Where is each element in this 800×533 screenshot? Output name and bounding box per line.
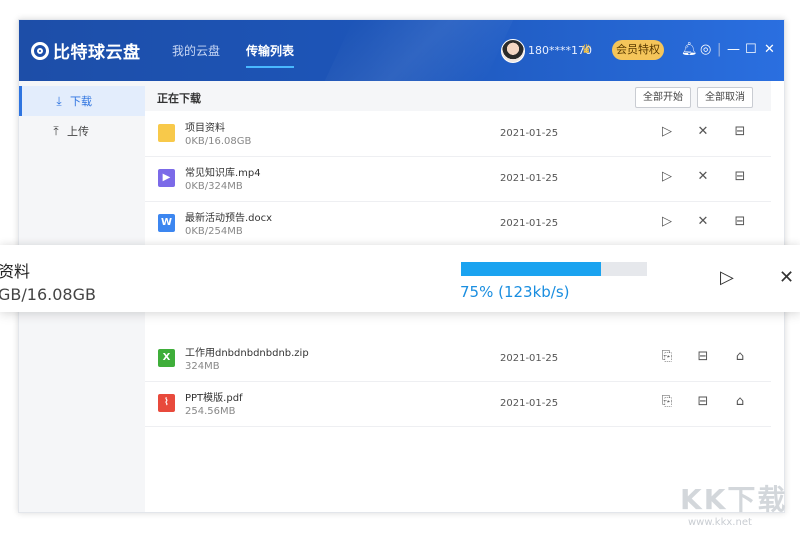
open-folder-icon[interactable]: ⊟ (695, 394, 711, 409)
pdf-file-icon: ⌇ (158, 394, 175, 412)
download-progress-card[interactable]: 资料 GB/16.08GB 75% (123kb/s) ▷ ✕ (0, 245, 800, 312)
open-file-icon[interactable]: ⎘ (659, 394, 675, 409)
app-logo: 比特球云盘 (31, 38, 141, 63)
logo-text: 比特球云盘 (53, 43, 141, 63)
file-name: 项目资料 (185, 123, 225, 134)
file-name: 工作用dnbdnbdnbdnb.zip (185, 348, 309, 359)
sidebar-item-label: 下载 (70, 95, 92, 108)
file-name: PPT模版.pdf (185, 393, 243, 404)
watermark-logo: KK下载 (680, 478, 787, 518)
section-header: 正在下载 全部开始 全部取消 (145, 81, 771, 111)
file-date: 2021-01-25 (500, 173, 559, 184)
close-button[interactable]: ✕ (764, 42, 775, 57)
file-size: 0KB/16.08GB (185, 136, 252, 147)
file-date: 2021-01-25 (500, 128, 559, 139)
open-file-icon[interactable]: ⎘ (659, 349, 675, 364)
cancel-icon[interactable]: ✕ (695, 124, 711, 139)
excel-file-icon: X (158, 349, 175, 367)
logo-icon (31, 41, 49, 60)
watermark-url: www.kkx.net (688, 517, 752, 528)
open-folder-icon[interactable]: ⊟ (732, 169, 748, 184)
watermark-text: KK下载 (680, 483, 788, 516)
nav-transfer-list[interactable]: 传输列表 (246, 42, 295, 68)
crown-icon: ♛ (581, 42, 592, 56)
section-title: 正在下载 (157, 92, 201, 105)
start-all-button[interactable]: 全部开始 (635, 87, 691, 108)
download-icon: ⤓ (56, 93, 62, 108)
list-item[interactable]: ⌇ PPT模版.pdf 254.56MB 2021-01-25 ⎘ ⊟ ⌂ (145, 381, 771, 427)
play-icon[interactable]: ▷ (659, 124, 675, 139)
file-name: 常见知识库.mp4 (185, 168, 261, 179)
list-item[interactable]: X 工作用dnbdnbdnbdnb.zip 324MB 2021-01-25 ⎘… (145, 336, 771, 382)
file-date: 2021-01-25 (500, 398, 559, 409)
overlay-file-size: GB/16.08GB (0, 285, 96, 304)
nav-my-cloud[interactable]: 我的云盘 (172, 42, 220, 59)
sidebar-item-upload[interactable]: ⤒ 上传 (19, 116, 145, 146)
maximize-button[interactable]: ☐ (745, 42, 757, 57)
file-size: 254.56MB (185, 406, 236, 417)
cancel-icon[interactable]: ✕ (695, 214, 711, 229)
folder-icon (158, 124, 175, 142)
progress-fill (461, 262, 601, 276)
play-icon[interactable]: ▷ (720, 267, 734, 288)
upload-icon: ⤒ (53, 123, 59, 138)
title-bar: 比特球云盘 我的云盘 传输列表 180****170 ♛ 会员特权 🔔︎ ◎ |… (19, 20, 784, 81)
file-size: 0KB/254MB (185, 226, 243, 237)
cancel-icon[interactable]: ✕ (779, 267, 794, 288)
word-file-icon: W (158, 214, 175, 232)
list-item[interactable]: ▶ 常见知识库.mp4 0KB/324MB 2021-01-25 ▷ ✕ ⊟ (145, 156, 771, 202)
play-icon[interactable]: ▷ (659, 214, 675, 229)
progress-bar (461, 262, 647, 276)
open-folder-icon[interactable]: ⊟ (732, 124, 748, 139)
file-name: 最新活动预告.docx (185, 213, 273, 224)
overlay-file-name: 资料 (0, 262, 31, 281)
cancel-icon[interactable]: ✕ (695, 169, 711, 184)
open-folder-icon[interactable]: ⊟ (695, 349, 711, 364)
video-icon: ▶ (158, 169, 175, 187)
cancel-all-button[interactable]: 全部取消 (697, 87, 753, 108)
sidebar-item-label: 上传 (67, 125, 89, 138)
delete-icon[interactable]: ⌂ (732, 394, 748, 409)
avatar[interactable] (501, 39, 525, 63)
list-item[interactable]: W 最新活动预告.docx 0KB/254MB 2021-01-25 ▷ ✕ ⊟ (145, 201, 771, 247)
bell-icon[interactable]: 🔔︎ (681, 42, 698, 57)
delete-icon[interactable]: ⌂ (732, 349, 748, 364)
vip-button[interactable]: 会员特权 (612, 40, 664, 60)
file-date: 2021-01-25 (500, 218, 559, 229)
minimize-button[interactable]: — (727, 42, 740, 57)
progress-text: 75% (123kb/s) (460, 283, 570, 301)
sidebar-item-download[interactable]: ⤓ 下载 (19, 86, 145, 116)
open-folder-icon[interactable]: ⊟ (732, 214, 748, 229)
file-date: 2021-01-25 (500, 353, 559, 364)
file-size: 324MB (185, 361, 220, 372)
file-size: 0KB/324MB (185, 181, 243, 192)
title-bar-decoration (324, 20, 514, 81)
play-icon[interactable]: ▷ (659, 169, 675, 184)
settings-icon[interactable]: ◎ (700, 42, 711, 57)
list-item[interactable]: 项目资料 0KB/16.08GB 2021-01-25 ▷ ✕ ⊟ (145, 111, 771, 157)
divider: | (717, 42, 722, 57)
